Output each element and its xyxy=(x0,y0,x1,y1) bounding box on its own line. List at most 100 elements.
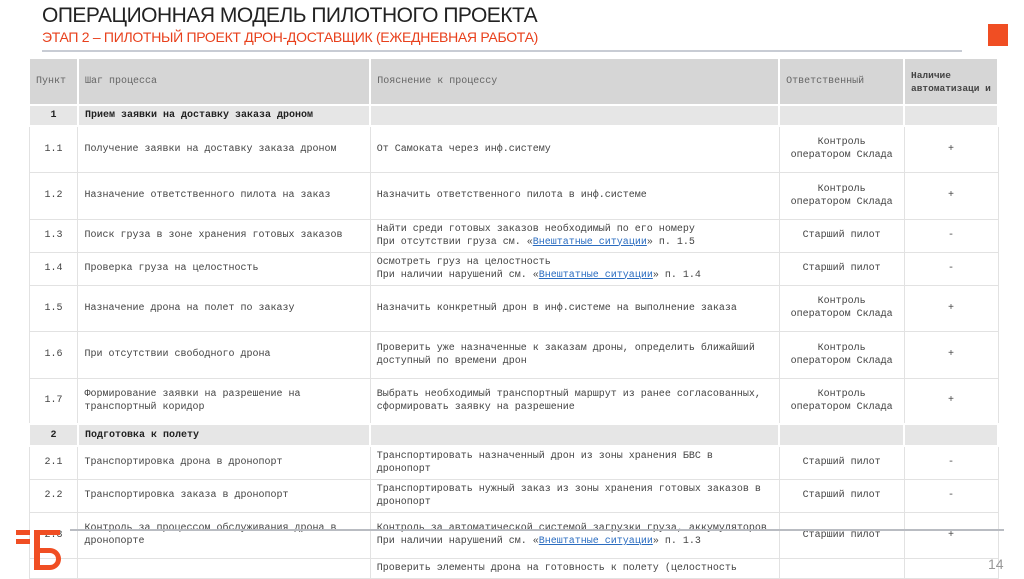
cell-auto xyxy=(903,104,999,127)
emergency-link[interactable]: Внештатные ситуации xyxy=(533,237,647,248)
desc-line: Назначить ответственного пилота в инф.си… xyxy=(376,190,647,201)
cell-step: Подготовка к полету xyxy=(76,423,372,447)
desc-line: При наличии нарушений см. « xyxy=(376,269,539,281)
table-row: 1.2 Назначение ответственного пилота на з… xyxy=(28,171,999,220)
cell-resp: Контроль оператором Склада xyxy=(778,125,905,173)
table-row: 2.3Контроль за процессом обслуживания др… xyxy=(28,511,999,559)
cell-num: 1.7 xyxy=(28,377,79,425)
cell-resp: Старший пилот xyxy=(778,511,905,559)
cell-resp: Контроль оператором Склада xyxy=(778,330,905,379)
cell-desc: Транспортировать назначенный дрон из зон… xyxy=(369,445,780,480)
desc-line: Осмотреть груз на целостность xyxy=(376,256,551,268)
table-row: 1.1 Получение заявки на доставку заказа д… xyxy=(28,125,999,173)
footer-divider xyxy=(70,529,1004,531)
desc-line: Транспортировать назначенный дрон из зон… xyxy=(376,450,713,475)
logo-icon xyxy=(16,530,61,570)
cell-auto: + xyxy=(903,171,999,220)
cell-resp xyxy=(778,104,906,127)
cell-desc: От Самоката через инф.систему xyxy=(369,125,780,173)
desc-line: От Самоката через инф.систему xyxy=(376,143,551,155)
desc-line: Проверить уже назначенные к заказам дрон… xyxy=(376,342,755,367)
cell-step: При отсутствии свободного дрона xyxy=(77,330,371,379)
cell-step: Формирование заявки на разрешение на тра… xyxy=(77,377,371,425)
section-row: 1 Прием заявки на доставку заказа дроном xyxy=(28,104,999,127)
desc-ref: » п. 1.3 xyxy=(652,536,701,547)
col-resp: Ответственный xyxy=(778,57,906,106)
desc-line: Найти среди готовых заказов необходимый … xyxy=(376,223,695,235)
cell-auto: + xyxy=(903,125,999,173)
cell-desc: Назначить ответственного пилота в инф.си… xyxy=(369,171,780,220)
cell-desc: Осмотреть груз на целостность При наличии… xyxy=(369,251,780,286)
cell-desc: Найти среди готовых заказов необходимый … xyxy=(369,218,780,253)
table-row: 1.6 При отсутствии свободного дрона Провер… xyxy=(28,330,999,379)
process-table: Пункт Шаг процесса Пояснение к процессу … xyxy=(28,57,999,579)
cell-desc: Выбрать необходимый транспортный маршрут… xyxy=(369,377,780,425)
cell-num: 1.4 xyxy=(28,251,79,286)
table-row: 2.2 Транспортировка заказа в дронопорт Тра… xyxy=(28,478,999,513)
cell-step: Транспортировка заказа в дронопорт xyxy=(77,478,371,513)
cell-num: 1.5 xyxy=(28,284,79,332)
cell-resp: Контроль оператором Склада xyxy=(778,377,905,425)
cell-step: Проверка груза на целостность xyxy=(77,251,371,286)
desc-line: Транспортировать нужный заказ из зоны хр… xyxy=(376,483,761,508)
desc-line: При отсутствии груза см. « xyxy=(376,236,533,248)
cell-num: 2 xyxy=(28,423,79,447)
cell-auto: - xyxy=(903,218,999,253)
desc-ref: » п. 1.5 xyxy=(646,236,695,248)
cell-auto: + xyxy=(903,377,999,425)
cell-resp xyxy=(778,423,906,447)
col-auto: Наличие автоматизаци и xyxy=(903,57,999,106)
cell-auto: - xyxy=(903,478,999,513)
cell-resp: Контроль оператором Склада xyxy=(778,284,905,332)
cell-auto: - xyxy=(903,251,999,286)
cell-step: Получение заявки на доставку заказа дрон… xyxy=(77,125,371,173)
table-row: 1.7 Формирование заявки на разрешение на … xyxy=(28,377,999,425)
table-header: Пункт Шаг процесса Пояснение к процессу … xyxy=(28,57,999,106)
table-row: 1.3 Поиск груза в зоне хранения готовых з… xyxy=(28,218,999,253)
page-title: ОПЕРАЦИОННАЯ МОДЕЛЬ ПИЛОТНОГО ПРОЕКТА xyxy=(42,4,538,27)
cell-desc: Контроль за автоматической системой загр… xyxy=(369,511,780,559)
cell-desc xyxy=(369,104,781,127)
cell-step: Прием заявки на доставку заказа дроном xyxy=(76,104,372,127)
cell-auto: - xyxy=(903,445,999,480)
cell-num: 1.6 xyxy=(28,330,79,379)
cell-num: 2.1 xyxy=(28,445,79,480)
emergency-link[interactable]: Внештатные ситуации xyxy=(539,536,653,547)
cell-desc: Транспортировать нужный заказ из зоны хр… xyxy=(369,478,780,513)
cell-step: Транспортировка дрона в дронопорт xyxy=(77,445,371,480)
col-num: Пункт xyxy=(28,57,79,106)
cell-resp: Контроль оператором Склада xyxy=(778,171,905,220)
table-row: 1.4 Проверка груза на целостность Осмотрет… xyxy=(28,251,999,286)
cell-step: Назначение ответственного пилота на зака… xyxy=(77,171,371,220)
emergency-link[interactable]: Внештатные ситуации xyxy=(539,270,653,281)
cell-desc: Проверить элементы дрона на готовность к… xyxy=(369,557,780,579)
page-number: 14 xyxy=(988,556,1004,572)
cell-step: Назначение дрона на полет по заказу xyxy=(77,284,371,332)
desc-line: При наличии нарушений см. « xyxy=(376,536,539,547)
cell-num: 1 xyxy=(28,104,79,127)
cell-desc xyxy=(369,423,781,447)
cell-auto: + xyxy=(903,284,999,332)
col-desc: Пояснение к процессу xyxy=(369,57,781,106)
cell-desc: Назначить конкретный дрон в инф.системе … xyxy=(369,284,780,332)
desc-line: Выбрать необходимый транспортный маршрут… xyxy=(376,388,761,413)
cell-auto xyxy=(903,557,999,579)
page-subtitle: ЭТАП 2 – ПИЛОТНЫЙ ПРОЕКТ ДРОН-ДОСТАВЩИК … xyxy=(42,29,538,45)
cell-auto xyxy=(903,423,999,447)
cell-num: 1.3 xyxy=(28,218,79,253)
cell-resp: Старший пилот xyxy=(778,218,905,253)
divider xyxy=(42,50,962,52)
cell-desc: Проверить уже назначенные к заказам дрон… xyxy=(369,330,780,379)
cell-resp xyxy=(778,557,905,579)
cell-num: 2.2 xyxy=(28,478,79,513)
accent-square xyxy=(988,24,1008,46)
desc-ref: » п. 1.4 xyxy=(652,269,701,281)
col-step: Шаг процесса xyxy=(76,57,372,106)
desc-line: Проверить элементы дрона на готовность к… xyxy=(376,562,737,574)
desc-line: Назначить конкретный дрон в инф.системе … xyxy=(376,302,737,314)
cell-resp: Старший пилот xyxy=(778,478,905,513)
cell-num: 1.1 xyxy=(28,125,79,173)
cell-step xyxy=(77,557,371,579)
cell-num: 1.2 xyxy=(28,171,79,220)
cell-step: Поиск груза в зоне хранения готовых зака… xyxy=(77,218,371,253)
